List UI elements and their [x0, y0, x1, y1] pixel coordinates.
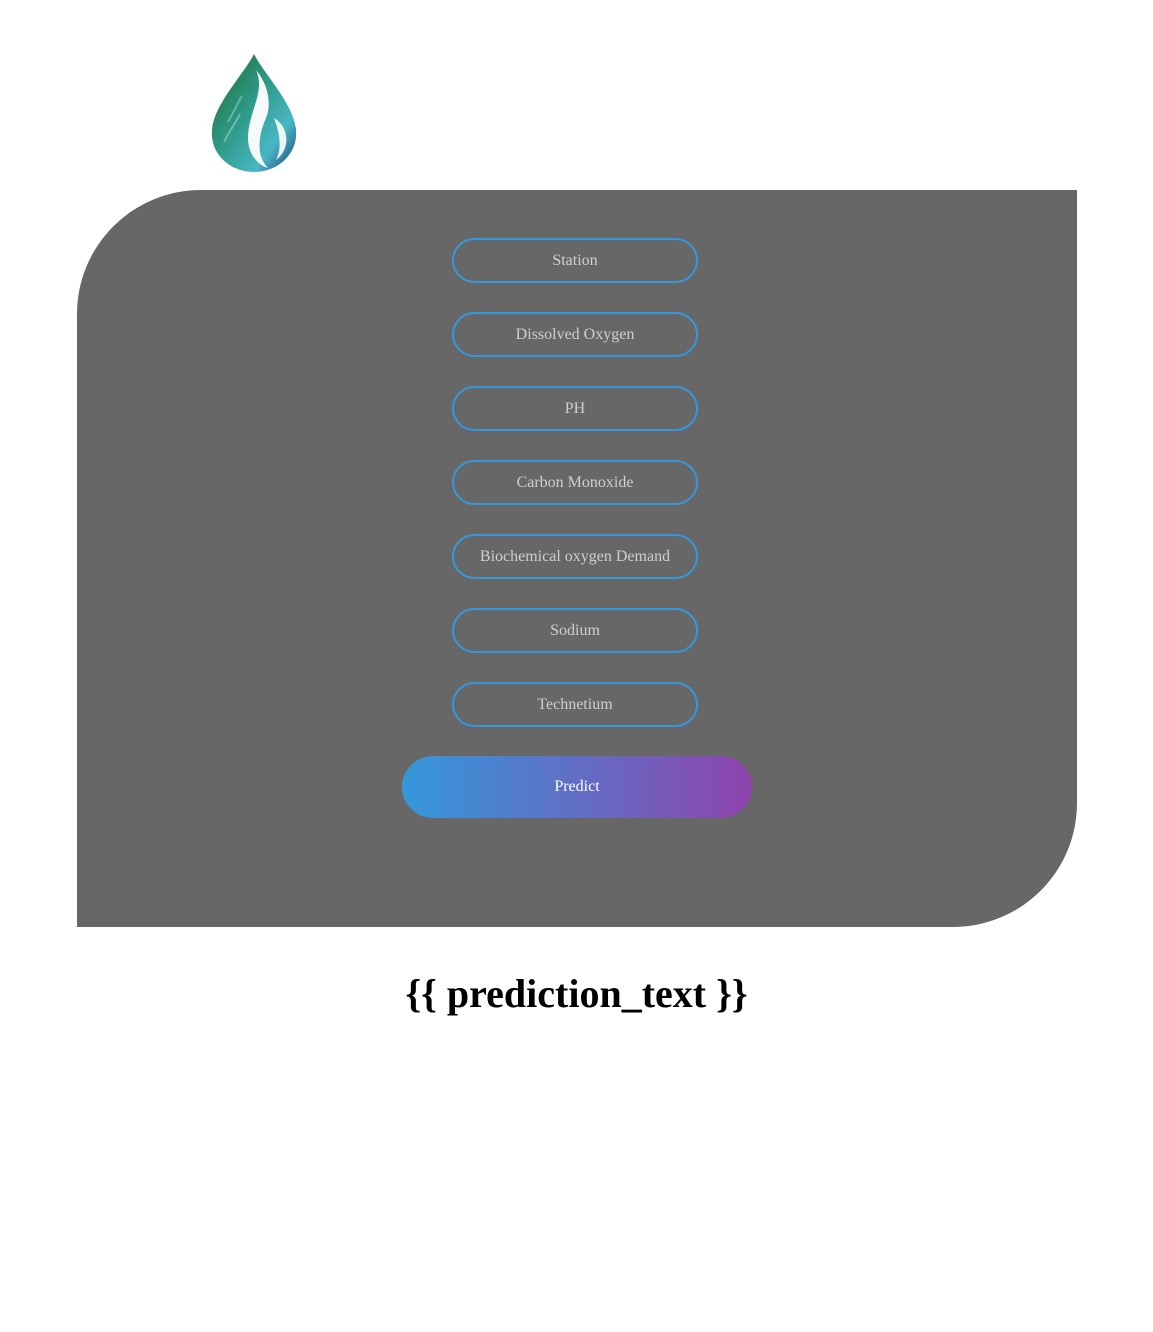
technetium-input[interactable]: [452, 682, 698, 727]
ph-input[interactable]: [452, 386, 698, 431]
prediction-form-panel: Predict: [77, 190, 1077, 927]
sodium-input[interactable]: [452, 608, 698, 653]
predict-button[interactable]: Predict: [402, 756, 752, 818]
biochemical-oxygen-demand-input[interactable]: [452, 534, 698, 579]
dissolved-oxygen-input[interactable]: [452, 312, 698, 357]
prediction-result-text: {{ prediction_text }}: [405, 971, 748, 1016]
carbon-monoxide-input[interactable]: [452, 460, 698, 505]
station-input[interactable]: [452, 238, 698, 283]
water-drop-icon: [208, 52, 300, 174]
